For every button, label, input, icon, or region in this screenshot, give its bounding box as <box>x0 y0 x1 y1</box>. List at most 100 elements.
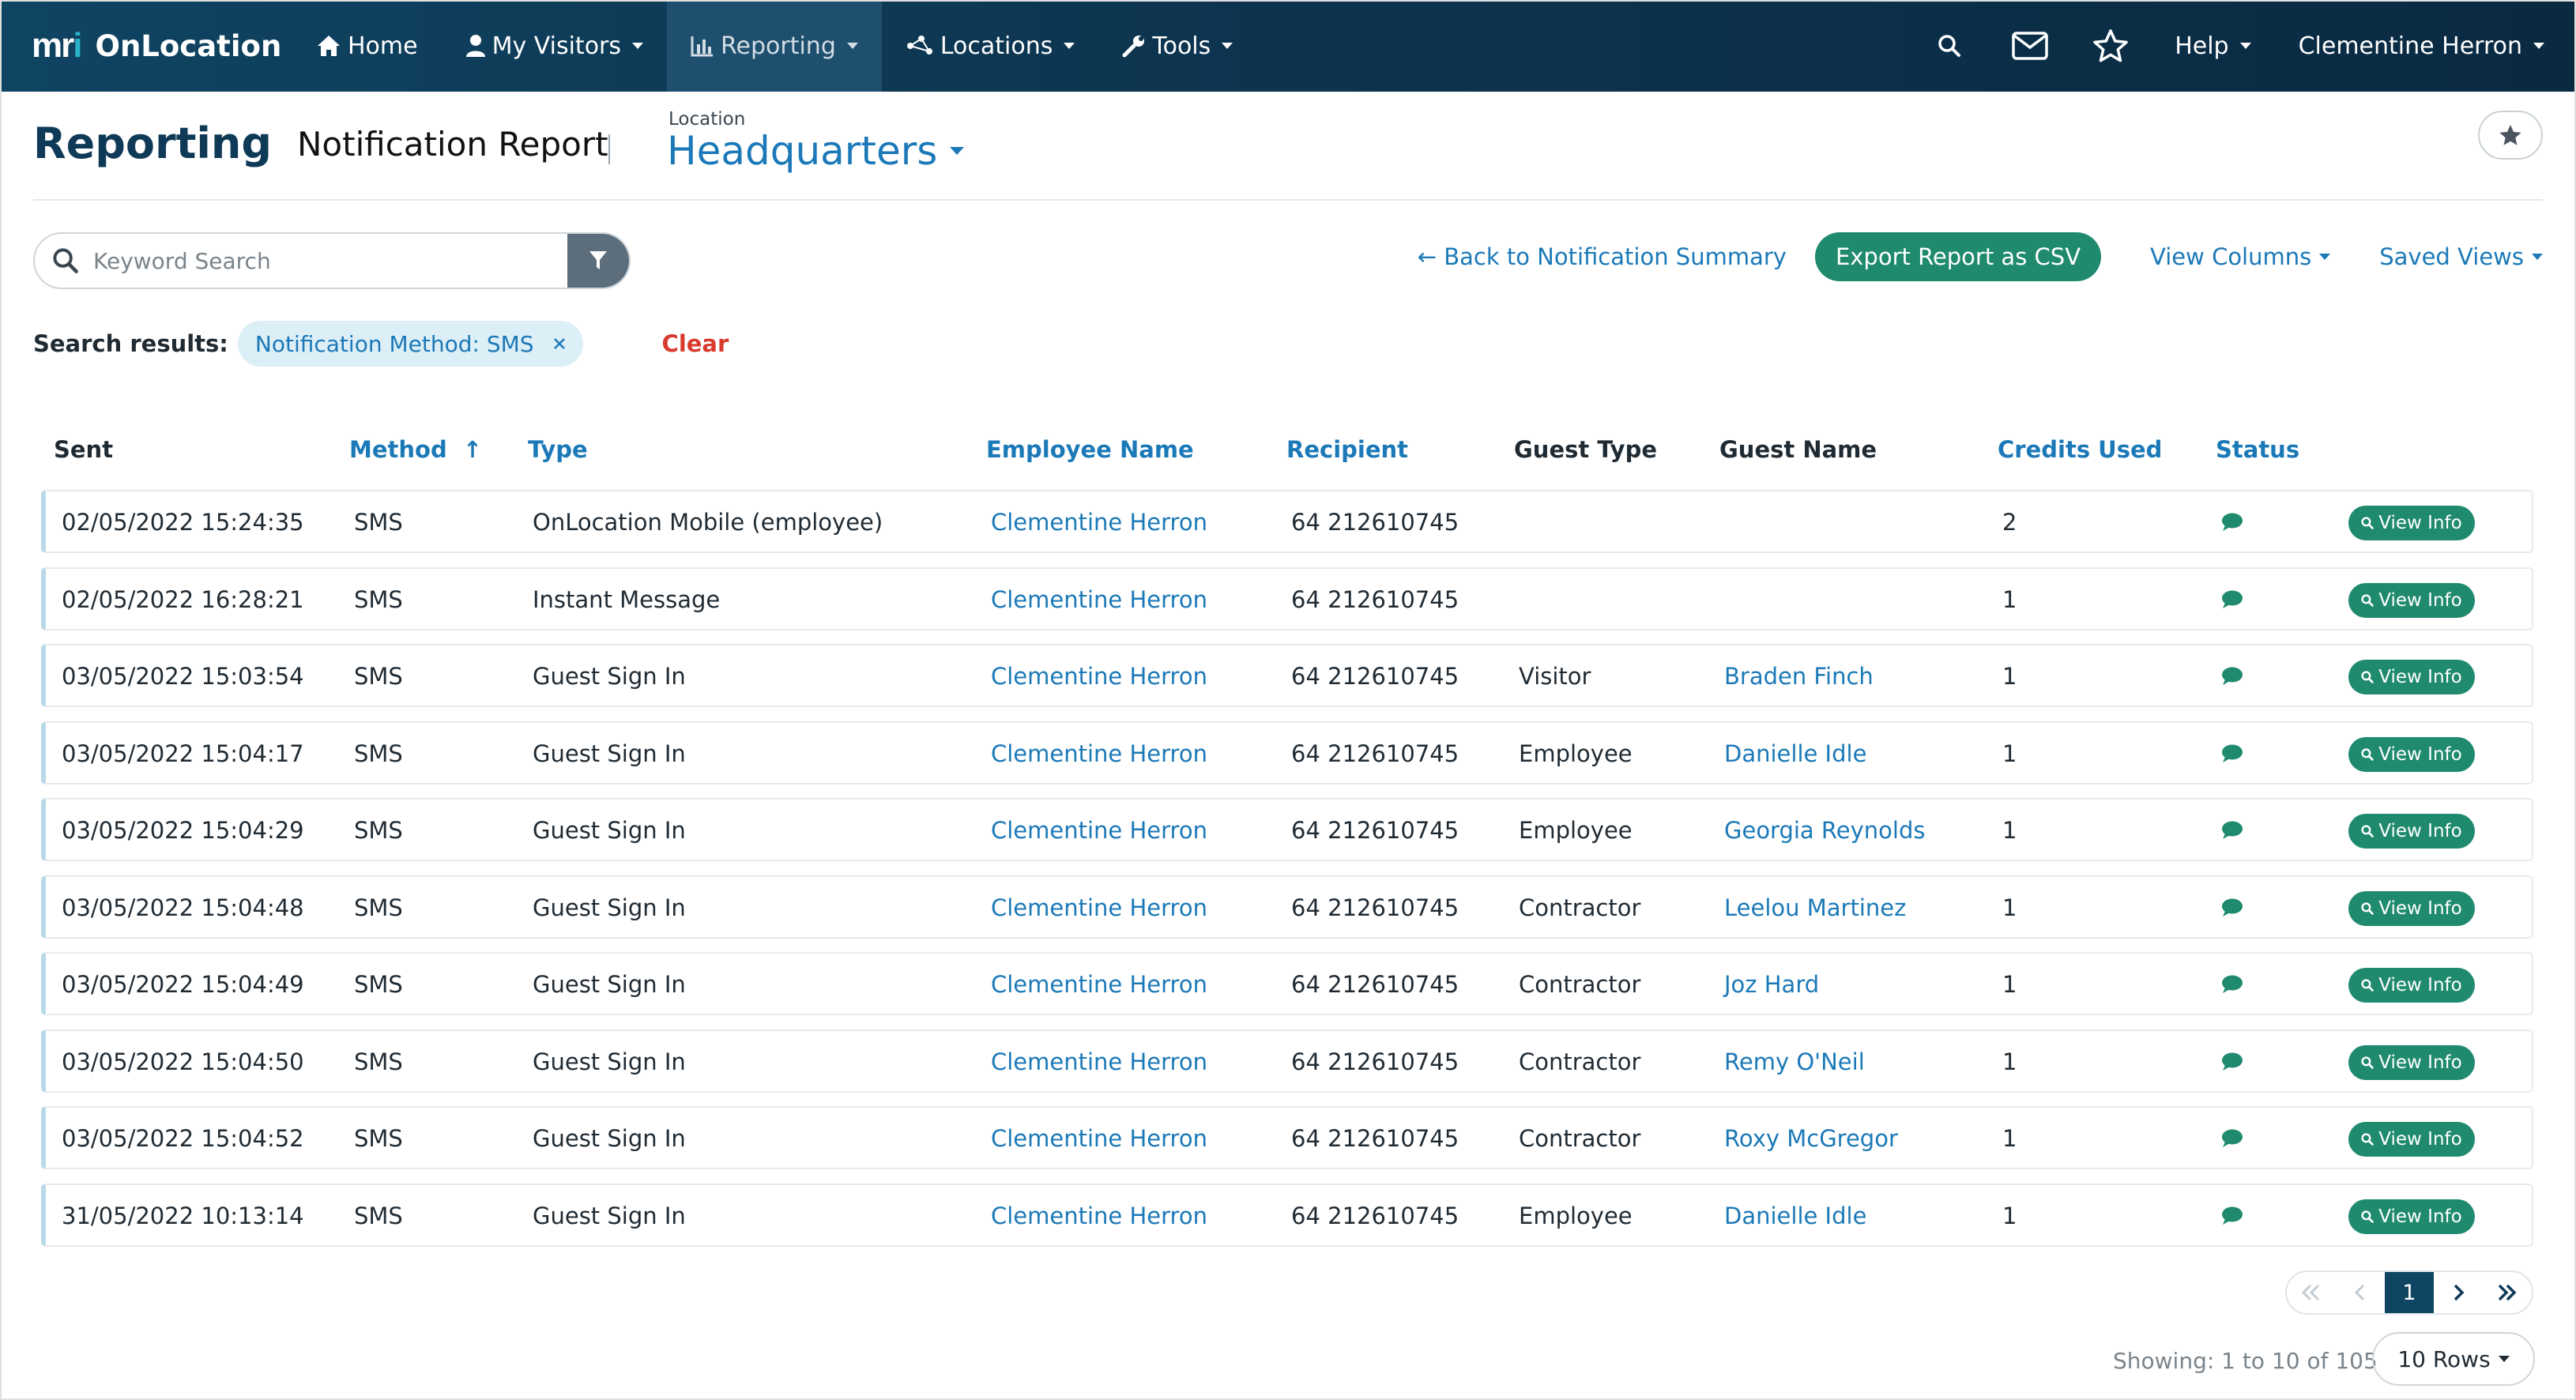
user-name: Clementine Herron <box>2298 32 2522 60</box>
global-search-button[interactable] <box>1928 24 1971 67</box>
view-info-button[interactable]: View Info <box>2348 1122 2475 1157</box>
location-selector[interactable]: Headquarters <box>667 128 965 174</box>
view-info-label: View Info <box>2378 821 2462 841</box>
saved-views-dropdown[interactable]: Saved Views <box>2379 243 2543 270</box>
status-message-icon <box>2220 820 2244 844</box>
back-to-summary-link[interactable]: ← Back to Notification Summary <box>1418 243 1787 270</box>
column-method-label: Method <box>349 436 447 463</box>
cell-employee-name[interactable]: Clementine Herron <box>991 894 1207 921</box>
cell-employee-name[interactable]: Clementine Herron <box>991 817 1207 844</box>
cell-guest-name[interactable]: Georgia Reynolds <box>1724 817 1925 844</box>
previous-page-button[interactable] <box>2336 1272 2385 1313</box>
table-header: Sent Method ↑ Type Employee Name Recipie… <box>41 427 2530 472</box>
view-columns-dropdown[interactable]: View Columns <box>2150 243 2331 270</box>
search-input[interactable] <box>93 247 536 274</box>
export-csv-button[interactable]: Export Report as CSV <box>1814 232 2102 281</box>
user-menu[interactable]: Clementine Herron <box>2275 32 2576 60</box>
last-page-button[interactable] <box>2483 1272 2532 1313</box>
cell-guest-name[interactable]: Danielle Idle <box>1724 740 1866 767</box>
table-row: 02/05/2022 16:28:21 SMS Instant Message … <box>41 566 2533 630</box>
cell-guest-type: Employee <box>1519 817 1633 844</box>
cell-sent: 02/05/2022 15:24:35 <box>62 509 304 536</box>
column-type[interactable]: Type <box>528 436 588 463</box>
chevron-left-icon <box>2354 1284 2365 1301</box>
view-info-button[interactable]: View Info <box>2348 660 2475 694</box>
cell-guest-name[interactable]: Danielle Idle <box>1724 1202 1866 1229</box>
nav-item-home[interactable]: Home <box>292 0 442 92</box>
cell-credits-used: 1 <box>2002 740 2017 767</box>
chevron-down-icon <box>2319 254 2331 260</box>
sort-ascending-icon: ↑ <box>462 436 483 463</box>
rows-per-page-select[interactable]: 10 Rows <box>2372 1332 2535 1386</box>
brand[interactable]: mri OnLocation <box>32 26 292 66</box>
nav-item-tools[interactable]: Tools <box>1098 0 1256 92</box>
cell-recipient: 64 212610745 <box>1291 817 1459 844</box>
cell-employee-name[interactable]: Clementine Herron <box>991 1202 1207 1229</box>
cell-method: SMS <box>354 1202 403 1229</box>
remove-filter-button[interactable] <box>553 337 566 350</box>
rows-per-page-value: 10 Rows <box>2397 1345 2491 1372</box>
cell-credits-used: 1 <box>2002 894 2017 921</box>
chevron-down-icon <box>2532 254 2543 260</box>
nav-item-locations[interactable]: Locations <box>882 0 1099 92</box>
cell-employee-name[interactable]: Clementine Herron <box>991 663 1207 690</box>
cell-credits-used: 1 <box>2002 971 2017 998</box>
nav-item-my-visitors[interactable]: My Visitors <box>442 0 667 92</box>
cell-recipient: 64 212610745 <box>1291 585 1459 613</box>
messages-button[interactable] <box>2009 24 2051 67</box>
view-info-button[interactable]: View Info <box>2348 890 2475 926</box>
column-recipient[interactable]: Recipient <box>1286 436 1408 463</box>
column-guest-name[interactable]: Guest Name <box>1719 436 1877 463</box>
chart-icon <box>691 36 714 57</box>
help-menu[interactable]: Help <box>2151 32 2274 60</box>
view-info-button[interactable]: View Info <box>2348 1199 2475 1234</box>
cell-method: SMS <box>354 585 403 613</box>
cell-recipient: 64 212610745 <box>1291 1125 1459 1152</box>
view-info-button[interactable]: View Info <box>2348 582 2475 618</box>
cell-employee-name[interactable]: Clementine Herron <box>991 1048 1207 1075</box>
cell-employee-name[interactable]: Clementine Herron <box>991 971 1207 998</box>
view-info-button[interactable]: View Info <box>2348 736 2475 772</box>
cell-guest-name[interactable]: Roxy McGregor <box>1724 1125 1898 1152</box>
cell-employee-name[interactable]: Clementine Herron <box>991 740 1207 767</box>
cell-recipient: 64 212610745 <box>1291 663 1459 690</box>
page-subtitle: Notification Report <box>297 125 608 164</box>
envelope-icon <box>2012 32 2048 60</box>
cell-guest-name[interactable]: Leelou Martinez <box>1724 894 1906 921</box>
cell-guest-name[interactable]: Braden Finch <box>1724 663 1874 690</box>
cell-employee-name[interactable]: Clementine Herron <box>991 1125 1207 1152</box>
cell-guest-type: Employee <box>1519 1202 1633 1229</box>
chevron-down-icon <box>632 43 644 49</box>
column-sent[interactable]: Sent <box>54 436 113 463</box>
nav-item-reporting[interactable]: Reporting <box>667 0 882 92</box>
next-page-button[interactable] <box>2434 1272 2483 1313</box>
chevron-down-icon <box>846 43 858 49</box>
view-info-button[interactable]: View Info <box>2348 1044 2475 1080</box>
clear-filters-link[interactable]: Clear <box>662 330 729 357</box>
cell-guest-name[interactable]: Joz Hard <box>1724 971 1819 998</box>
cell-type: Guest Sign In <box>533 1125 686 1152</box>
column-method[interactable]: Method ↑ <box>349 436 482 463</box>
favorites-button[interactable] <box>2089 24 2132 67</box>
column-status[interactable]: Status <box>2216 436 2299 463</box>
nav-right: Help Clementine Herron <box>1909 0 2576 92</box>
favorite-page-button[interactable] <box>2478 111 2543 160</box>
status-message-icon <box>2220 974 2244 998</box>
cell-credits-used: 2 <box>2002 509 2017 536</box>
cell-employee-name[interactable]: Clementine Herron <box>991 586 1207 613</box>
cell-guest-name[interactable]: Remy O'Neil <box>1724 1048 1865 1075</box>
column-credits-used[interactable]: Credits Used <box>1998 436 2162 463</box>
cell-recipient: 64 212610745 <box>1291 740 1459 767</box>
table-row: 03/05/2022 15:04:17 SMS Guest Sign In Cl… <box>41 721 2533 785</box>
column-employee-name[interactable]: Employee Name <box>986 436 1194 463</box>
view-info-button[interactable]: View Info <box>2348 506 2475 540</box>
first-page-button[interactable] <box>2287 1272 2336 1313</box>
filter-button[interactable] <box>567 234 629 288</box>
column-guest-type[interactable]: Guest Type <box>1514 436 1657 463</box>
view-info-button[interactable]: View Info <box>2348 968 2475 1003</box>
page-number-button[interactable]: 1 <box>2385 1272 2434 1313</box>
cell-employee-name[interactable]: Clementine Herron <box>991 509 1207 536</box>
view-info-button[interactable]: View Info <box>2348 814 2475 849</box>
cell-type: OnLocation Mobile (employee) <box>533 509 883 536</box>
search-results: Search results: Notification Method: SMS… <box>33 319 729 368</box>
